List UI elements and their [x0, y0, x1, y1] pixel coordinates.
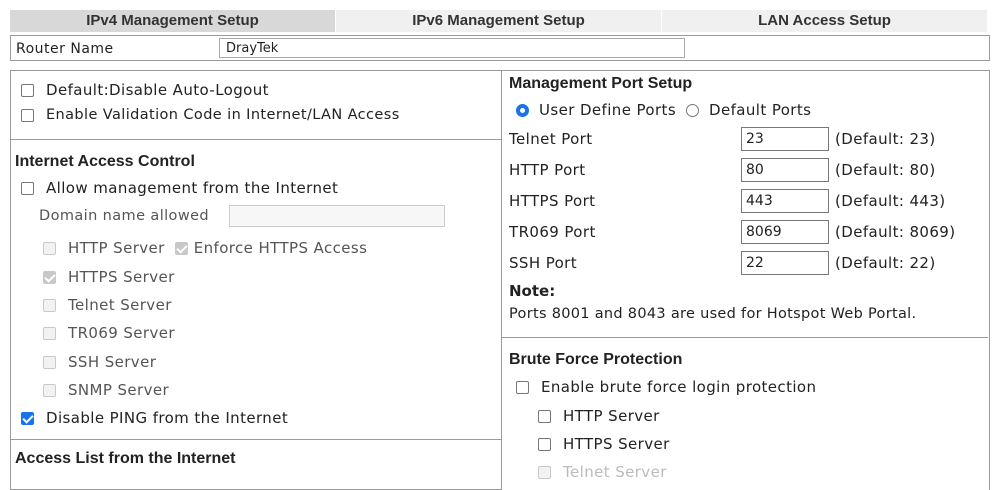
tr069-server-label: TR069 Server: [68, 324, 175, 342]
divider: [11, 139, 501, 140]
https-port-label: HTTPS Port: [509, 192, 596, 210]
enforce-https-checkbox[interactable]: [174, 241, 188, 255]
bf-telnet-server-checkbox[interactable]: [538, 465, 551, 479]
https-port-default: (Default: 443): [835, 192, 946, 210]
validation-code-label: Enable Validation Code in Internet/LAN A…: [46, 107, 400, 123]
validation-code-checkbox[interactable]: [21, 108, 34, 122]
router-name-label: Router Name: [16, 41, 114, 57]
tr069-port-input[interactable]: [741, 220, 829, 244]
domain-allowed-input[interactable]: [229, 205, 445, 227]
snmp-server-checkbox[interactable]: [43, 383, 56, 397]
brute-force-enable-label: Enable brute force login protection: [541, 378, 817, 396]
bf-https-server-checkbox[interactable]: [538, 437, 551, 451]
ssh-port-default: (Default: 22): [835, 254, 936, 272]
http-port-input[interactable]: [741, 158, 829, 182]
tr069-port-default: (Default: 8069): [835, 223, 956, 241]
brute-force-enable-row[interactable]: Enable brute force login protection: [516, 378, 816, 396]
bf-http-server-label: HTTP Server: [563, 407, 660, 425]
ssh-server-checkbox[interactable]: [43, 355, 56, 369]
router-name-input[interactable]: [219, 38, 685, 58]
mgmt-port-title: Management Port Setup: [509, 75, 693, 92]
tr069-port-label: TR069 Port: [509, 223, 596, 241]
default-logout-label: Default:Disable Auto-Logout: [46, 81, 269, 99]
router-name-row: Router Name: [10, 35, 990, 61]
telnet-port-default: (Default: 23): [835, 130, 936, 148]
allow-mgmt-label: Allow management from the Internet: [46, 179, 339, 197]
bf-https-server-row[interactable]: HTTPS Server: [538, 435, 670, 453]
allow-mgmt-checkbox[interactable]: [21, 181, 34, 195]
user-define-label: User Define Ports: [539, 101, 677, 119]
http-server-row[interactable]: HTTP Server Enforce HTTPS Access: [43, 239, 367, 257]
telnet-server-checkbox[interactable]: [43, 298, 56, 312]
access-list-title: Access List from the Internet: [15, 450, 236, 467]
http-port-label: HTTP Port: [509, 161, 586, 179]
port-mode-row: User Define Ports Default Ports: [516, 101, 811, 119]
https-server-checkbox[interactable]: [43, 270, 56, 284]
divider: [11, 439, 501, 440]
tab-bar: IPv4 Management Setup IPv6 Management Se…: [10, 10, 988, 32]
telnet-server-label: Telnet Server: [68, 296, 172, 314]
telnet-port-input[interactable]: [741, 127, 829, 151]
domain-label: Domain name allowed: [39, 208, 210, 224]
ssh-port-input[interactable]: [741, 251, 829, 275]
tab-lan-access[interactable]: LAN Access Setup: [662, 10, 988, 32]
snmp-server-row[interactable]: SNMP Server: [43, 381, 169, 399]
ssh-port-label: SSH Port: [509, 254, 578, 272]
telnet-port-label: Telnet Port: [509, 130, 593, 148]
disable-ping-checkbox[interactable]: [21, 411, 34, 425]
tr069-server-row[interactable]: TR069 Server: [43, 324, 175, 342]
brute-force-title: Brute Force Protection: [509, 351, 683, 368]
note-title: Note:: [509, 282, 556, 300]
default-ports-label: Default Ports: [709, 101, 812, 119]
ssh-server-label: SSH Server: [68, 353, 157, 371]
tab-ipv4-management[interactable]: IPv4 Management Setup: [10, 10, 336, 32]
https-port-input[interactable]: [741, 189, 829, 213]
https-server-row[interactable]: HTTPS Server: [43, 268, 175, 286]
disable-ping-row[interactable]: Disable PING from the Internet: [21, 409, 288, 427]
brute-force-enable-checkbox[interactable]: [516, 380, 529, 394]
https-server-label: HTTPS Server: [68, 268, 175, 286]
enforce-https-label: Enforce HTTPS Access: [193, 239, 368, 257]
divider: [502, 337, 988, 338]
right-panel: Management Port Setup User Define Ports …: [502, 70, 990, 490]
bf-telnet-server-label: Telnet Server: [563, 463, 667, 481]
allow-mgmt-row[interactable]: Allow management from the Internet: [21, 179, 338, 197]
tr069-server-checkbox[interactable]: [43, 326, 56, 340]
http-server-checkbox[interactable]: [43, 241, 56, 255]
bf-telnet-server-row[interactable]: Telnet Server: [538, 463, 667, 481]
default-logout-row[interactable]: Default:Disable Auto-Logout: [21, 81, 269, 99]
validation-code-row[interactable]: Enable Validation Code in Internet/LAN A…: [21, 107, 400, 123]
default-logout-checkbox[interactable]: [21, 83, 34, 97]
ssh-server-row[interactable]: SSH Server: [43, 353, 156, 371]
bf-http-server-row[interactable]: HTTP Server: [538, 407, 660, 425]
user-define-radio[interactable]: [516, 103, 529, 117]
tab-ipv6-management[interactable]: IPv6 Management Setup: [336, 10, 662, 32]
telnet-server-row[interactable]: Telnet Server: [43, 296, 172, 314]
internet-access-title: Internet Access Control: [15, 153, 195, 170]
disable-ping-label: Disable PING from the Internet: [46, 409, 289, 427]
bf-http-server-checkbox[interactable]: [538, 409, 551, 423]
default-ports-radio[interactable]: [686, 103, 700, 117]
note-text: Ports 8001 and 8043 are used for Hotspot…: [509, 306, 917, 322]
http-port-default: (Default: 80): [835, 161, 936, 179]
snmp-server-label: SNMP Server: [68, 381, 170, 399]
left-panel: Default:Disable Auto-Logout Enable Valid…: [10, 70, 502, 490]
http-server-label: HTTP Server: [68, 239, 165, 257]
bf-https-server-label: HTTPS Server: [563, 435, 670, 453]
